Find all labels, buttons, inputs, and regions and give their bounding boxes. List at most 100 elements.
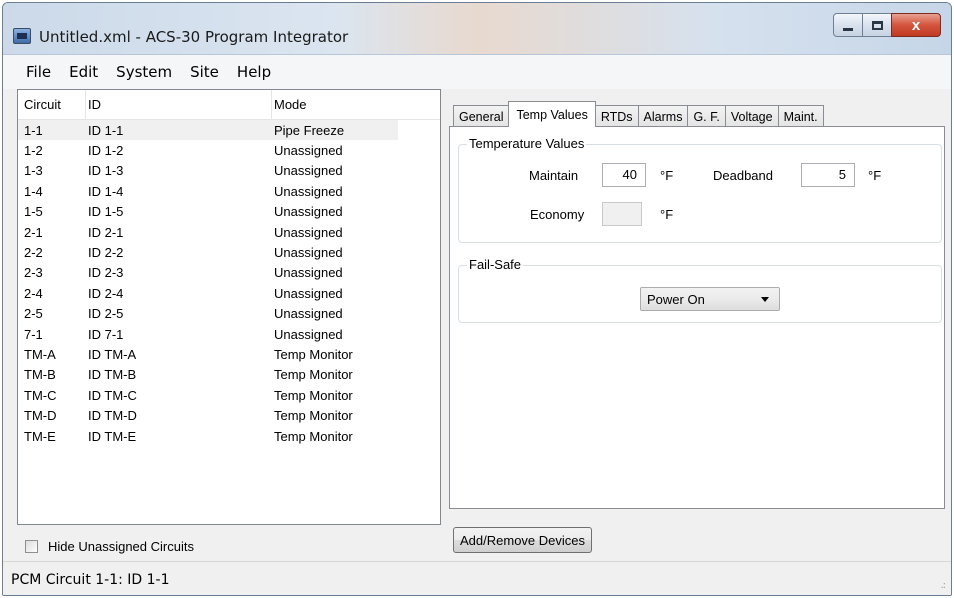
table-row[interactable]: 2-3 ID 2-3 Unassigned [18, 263, 440, 283]
table-row[interactable]: 2-1 ID 2-1 Unassigned [18, 222, 440, 242]
circuit-cell: 2-5 [24, 306, 43, 322]
mode-cell: Unassigned [274, 326, 343, 342]
id-cell: ID 2-1 [88, 224, 124, 240]
mode-cell: Temp Monitor [274, 387, 353, 403]
maximize-button[interactable] [862, 13, 892, 37]
table-row[interactable]: TM-D ID TM-D Temp Monitor [18, 405, 440, 425]
circuit-cell: 1-4 [24, 183, 43, 199]
fail-safe-group: Fail-Safe Power On [458, 257, 942, 323]
circuit-list[interactable]: Circuit ID Mode 1-1 ID 1-1 Pipe Freeze 1-2 I… [17, 89, 441, 525]
mode-cell: Temp Monitor [274, 346, 353, 362]
deadband-label: Deadband [713, 168, 773, 183]
circuit-list-rows: 1-1 ID 1-1 Pipe Freeze 1-2 ID 1-2 Unassigned 1… [18, 120, 440, 446]
column-header-id[interactable]: ID [86, 90, 272, 119]
tab-voltage[interactable]: Voltage [724, 105, 779, 127]
resize-grip-icon[interactable]: .: [940, 580, 945, 591]
circuit-cell: 7-1 [24, 326, 43, 342]
app-window: Untitled.xml - ACS-30 Program Integrator… [2, 2, 952, 596]
table-row[interactable]: TM-E ID TM-E Temp Monitor [18, 426, 440, 446]
circuit-cell: 2-3 [24, 265, 43, 281]
id-cell: ID 1-1 [86, 120, 272, 141]
id-cell: ID TM-A [88, 346, 137, 362]
hide-unassigned-option[interactable]: Hide Unassigned Circuits [25, 539, 194, 554]
table-row[interactable]: 2-5 ID 2-5 Unassigned [18, 304, 440, 324]
mode-cell: Unassigned [274, 224, 343, 240]
mode-cell: Unassigned [274, 143, 343, 159]
circuit-cell: 1-2 [24, 143, 43, 159]
circuit-cell: 1-5 [24, 204, 43, 220]
menu-edit[interactable]: Edit [60, 59, 107, 85]
tab-maint[interactable]: Maint. [777, 105, 824, 127]
tab-general[interactable]: General [453, 105, 510, 127]
fail-safe-select[interactable]: Power On [640, 287, 780, 311]
id-cell: ID 2-3 [88, 265, 124, 281]
menu-site[interactable]: Site [181, 59, 228, 85]
mode-cell: Unassigned [274, 183, 343, 199]
tab-temp-values[interactable]: Temp Values [508, 101, 596, 127]
id-cell: ID 2-4 [88, 285, 124, 301]
temp-values-panel: Temperature Values Maintain 40 °F Deadba… [449, 126, 945, 509]
status-text: PCM Circuit 1-1: ID 1-1 [11, 571, 170, 588]
id-cell: ID 2-5 [88, 306, 124, 322]
table-row[interactable]: 2-2 ID 2-2 Unassigned [18, 242, 440, 262]
close-icon: x [911, 16, 921, 34]
add-remove-devices-button[interactable]: Add/Remove Devices [453, 527, 592, 553]
maintain-input[interactable]: 40 [602, 163, 646, 187]
maintain-label: Maintain [529, 168, 579, 183]
circuit-cell: 1-1 [18, 120, 86, 141]
mode-cell: Pipe Freeze [272, 120, 398, 141]
window-title: Untitled.xml - ACS-30 Program Integrator [39, 28, 349, 46]
id-cell: ID 7-1 [88, 326, 124, 342]
table-row[interactable]: 1-4 ID 1-4 Unassigned [18, 181, 440, 201]
circuit-cell: TM-B [24, 367, 56, 383]
table-row[interactable]: TM-C ID TM-C Temp Monitor [18, 385, 440, 405]
economy-input[interactable] [602, 202, 642, 226]
title-bar[interactable]: Untitled.xml - ACS-30 Program Integrator… [3, 3, 951, 55]
table-row[interactable]: 7-1 ID 7-1 Unassigned [18, 324, 440, 344]
tab-gf[interactable]: G. F. [687, 105, 726, 127]
tab-strip: General Temp Values RTDs Alarms G. F. Vo… [453, 101, 824, 127]
table-row[interactable]: 1-1 ID 1-1 Pipe Freeze [18, 120, 440, 141]
mode-cell: Temp Monitor [274, 408, 353, 424]
deadband-unit: °F [868, 168, 882, 183]
table-row[interactable]: TM-B ID TM-B Temp Monitor [18, 365, 440, 385]
chevron-down-icon [761, 297, 769, 302]
minimize-button[interactable] [833, 13, 863, 37]
circuit-cell: 2-4 [24, 285, 43, 301]
id-cell: ID 1-4 [88, 183, 124, 199]
mode-cell: Unassigned [274, 285, 343, 301]
deadband-input[interactable]: 5 [801, 163, 855, 187]
id-cell: ID TM-B [88, 367, 137, 383]
window-controls: x [833, 13, 941, 39]
table-row[interactable]: 1-2 ID 1-2 Unassigned [18, 140, 440, 160]
tab-rtds[interactable]: RTDs [594, 105, 639, 127]
menu-file[interactable]: File [17, 59, 60, 85]
app-icon [13, 28, 31, 44]
circuit-cell: 2-2 [24, 245, 43, 261]
menu-bar: File Edit System Site Help [3, 55, 951, 89]
table-row[interactable]: 1-3 ID 1-3 Unassigned [18, 161, 440, 181]
circuit-cell: TM-A [24, 346, 56, 362]
tab-alarms[interactable]: Alarms [637, 105, 689, 127]
maintain-unit: °F [660, 168, 674, 183]
table-row[interactable]: 1-5 ID 1-5 Unassigned [18, 202, 440, 222]
circuit-list-header: Circuit ID Mode [18, 90, 440, 120]
status-bar: PCM Circuit 1-1: ID 1-1 .: [3, 561, 951, 595]
circuit-cell: 2-1 [24, 224, 43, 240]
close-button[interactable]: x [891, 13, 941, 37]
fail-safe-title: Fail-Safe [467, 257, 524, 272]
column-header-circuit[interactable]: Circuit [18, 90, 86, 119]
id-cell: ID 1-3 [88, 163, 124, 179]
id-cell: ID 1-2 [88, 143, 124, 159]
hide-unassigned-checkbox[interactable] [25, 540, 38, 553]
hide-unassigned-label: Hide Unassigned Circuits [48, 539, 194, 554]
mode-cell: Unassigned [274, 245, 343, 261]
table-row[interactable]: 2-4 ID 2-4 Unassigned [18, 283, 440, 303]
menu-system[interactable]: System [107, 59, 181, 85]
table-row[interactable]: TM-A ID TM-A Temp Monitor [18, 344, 440, 364]
column-header-mode[interactable]: Mode [272, 90, 440, 119]
mode-cell: Temp Monitor [274, 367, 353, 383]
id-cell: ID TM-E [88, 428, 137, 444]
mode-cell: Unassigned [274, 204, 343, 220]
menu-help[interactable]: Help [228, 59, 280, 85]
